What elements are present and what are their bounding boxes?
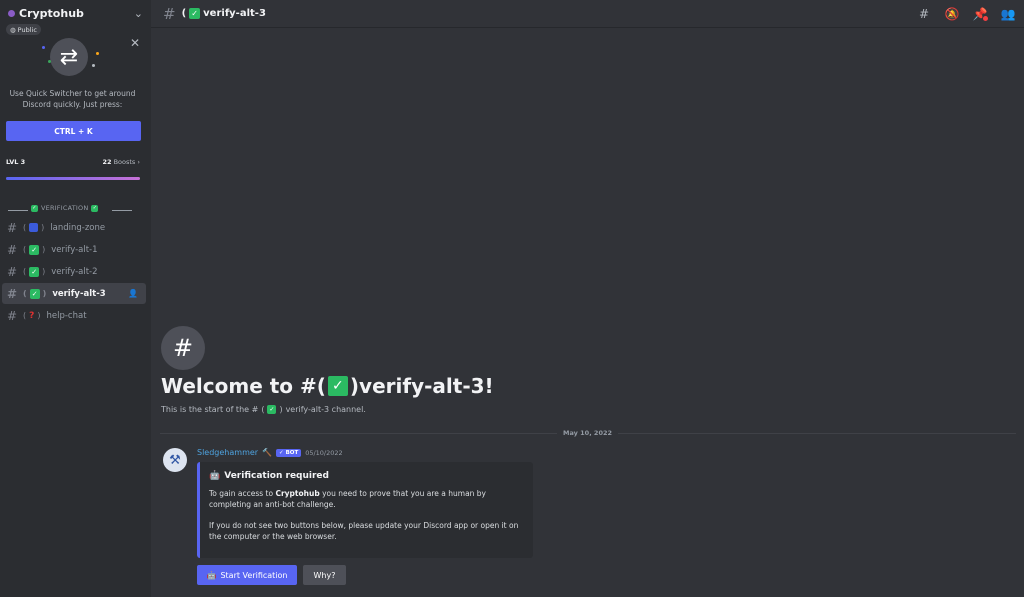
welcome-title: Welcome to #( ✓ )verify-alt-3! <box>161 374 494 398</box>
welcome-subtitle: This is the start of the # ( ✓ ) verify-… <box>161 405 366 414</box>
channel-emoji: ( ✓ ) <box>23 288 47 299</box>
member-list-icon[interactable]: 👥 <box>1000 6 1016 22</box>
welcome-suffix: )verify-alt-3! <box>349 374 494 398</box>
threads-icon[interactable]: # <box>916 6 932 22</box>
question-icon: ? <box>29 310 35 321</box>
pin-icon[interactable]: 📌 <box>972 6 988 22</box>
globe-icon: ◍ <box>10 25 16 34</box>
message-header: Sledgehammer 🔨 ✓ BOT 05/10/2022 <box>197 448 343 457</box>
check-icon: ✓ <box>327 376 348 396</box>
blue-square-icon <box>29 223 39 232</box>
channel-title: ( ✓ verify-alt-3 <box>182 8 266 19</box>
server-header[interactable]: Cryptohub ⌄ <box>0 0 151 26</box>
boost-progress-fill <box>6 177 140 180</box>
channel-verify-alt-1[interactable]: # ( ✓ ) verify-alt-1 <box>2 239 146 260</box>
category-divider-right <box>112 210 132 211</box>
channel-header: # ( ✓ verify-alt-3 # 🔕 📌 👥 <box>151 0 1024 28</box>
chevron-down-icon[interactable]: ⌄ <box>134 7 143 20</box>
channel-name: verify-alt-1 <box>51 244 98 255</box>
channel-verify-alt-2[interactable]: # ( ✓ ) verify-alt-2 <box>2 261 146 282</box>
channel-title-text: verify-alt-3 <box>203 8 266 19</box>
channel-help-chat[interactable]: # ( ? ) help-chat <box>2 305 146 326</box>
check-icon: ✓ <box>189 8 201 19</box>
paren-open: ( <box>261 405 265 414</box>
channel-name: landing-zone <box>50 222 106 233</box>
welcome-sub-prefix: This is the start of the # <box>161 405 259 414</box>
check-icon: ✓ <box>267 405 277 414</box>
channel-list: # ( ) landing-zone # ( ✓ ) verify-alt-1 … <box>2 217 146 327</box>
start-verification-button[interactable]: 🤖 Start Verification <box>197 565 297 585</box>
hash-icon: # <box>7 264 18 279</box>
boost-level: LVL 3 <box>6 158 26 166</box>
start-verification-label: Start Verification <box>220 570 288 580</box>
channel-sidebar: Cryptohub ⌄ ◍ Public ✕ ⇄ Use Quick Switc… <box>0 0 151 597</box>
welcome-sub-suffix: verify-alt-3 channel. <box>285 405 366 414</box>
hash-icon: # <box>7 242 18 257</box>
hash-icon: # <box>7 286 18 301</box>
check-icon: ✓ <box>29 266 40 277</box>
category-verification[interactable]: ✓ VERIFICATION ✓ <box>31 204 99 212</box>
welcome-prefix: Welcome to #( <box>161 374 326 398</box>
paren-open: ( <box>181 8 187 19</box>
check-icon: ✓ <box>31 204 38 212</box>
bot-badge: ✓ BOT <box>276 448 302 457</box>
verification-embed: 🤖 Verification required To gain access t… <box>197 462 533 558</box>
message-author[interactable]: Sledgehammer <box>197 448 258 457</box>
avatar[interactable]: ⚒ <box>163 448 187 472</box>
hash-icon: # <box>163 4 176 23</box>
boost-row[interactable]: LVL 3 22 Boosts › <box>6 158 140 166</box>
invite-user-icon[interactable]: 👤 <box>128 289 138 298</box>
server-name: Cryptohub <box>19 6 84 20</box>
boost-count: 22 <box>102 158 112 166</box>
channel-emoji: ( ? ) <box>23 310 41 321</box>
channel-verify-alt-3[interactable]: # ( ✓ ) verify-alt-3 👤 <box>2 283 146 304</box>
robot-icon: 🤖 <box>206 570 217 580</box>
public-badge: ◍ Public <box>6 24 41 35</box>
bot-badge-label: BOT <box>285 449 299 456</box>
category-label: VERIFICATION <box>41 204 89 212</box>
header-toolbar: # 🔕 📌 👥 <box>916 6 1016 22</box>
channel-emoji: ( ) <box>23 223 45 232</box>
why-button[interactable]: Why? <box>303 565 346 585</box>
hash-icon: # <box>7 220 18 235</box>
category-divider-left <box>8 210 28 211</box>
quick-switcher-shortcut-button[interactable]: CTRL + K <box>6 121 141 141</box>
check-icon: ✓ <box>29 288 40 299</box>
paren-close: ) <box>279 405 283 414</box>
hammer-icon: 🔨 <box>262 448 273 457</box>
notification-dot <box>983 16 988 21</box>
embed-server-name: Cryptohub <box>275 489 320 498</box>
boost-count-label: Boosts <box>113 158 136 166</box>
channel-name: help-chat <box>46 310 87 321</box>
check-icon: ✓ <box>91 204 99 212</box>
close-icon[interactable]: ✕ <box>130 36 140 50</box>
channel-landing-zone[interactable]: # ( ) landing-zone <box>2 217 146 238</box>
embed-description: To gain access to Cryptohub you need to … <box>209 488 523 542</box>
chevron-right-icon: › <box>137 158 140 166</box>
quick-switcher-illustration: ⇄ <box>42 38 108 78</box>
server-icon <box>8 9 15 17</box>
embed-paragraph-1: To gain access to Cryptohub you need to … <box>209 488 523 510</box>
check-icon: ✓ <box>29 244 40 255</box>
channel-name: verify-alt-2 <box>51 266 98 277</box>
embed-title: 🤖 Verification required <box>209 471 523 481</box>
date-divider-text: May 10, 2022 <box>557 429 619 437</box>
hash-icon: # <box>7 308 18 323</box>
quick-switcher-text: Use Quick Switcher to get around Discord… <box>9 89 136 109</box>
embed-title-text: Verification required <box>224 471 329 481</box>
embed-text-part1: To gain access to <box>209 489 276 498</box>
channel-emoji: ( ✓ ) <box>23 244 46 255</box>
arrows-swap-icon: ⇄ <box>50 38 88 76</box>
channel-hash-circle-icon: # <box>161 326 205 370</box>
mute-bell-icon[interactable]: 🔕 <box>944 6 960 22</box>
boost-count-wrap: 22 Boosts › <box>102 158 140 166</box>
public-label: Public <box>17 25 37 34</box>
embed-paragraph-2: If you do not see two buttons below, ple… <box>209 521 519 541</box>
boost-progress-bar <box>6 177 140 180</box>
channel-name: verify-alt-3 <box>52 288 106 299</box>
server-name-wrap: Cryptohub <box>8 7 84 20</box>
message-timestamp: 05/10/2022 <box>305 448 343 457</box>
robot-icon: 🤖 <box>209 471 221 481</box>
channel-emoji: ( ✓ ) <box>23 266 46 277</box>
